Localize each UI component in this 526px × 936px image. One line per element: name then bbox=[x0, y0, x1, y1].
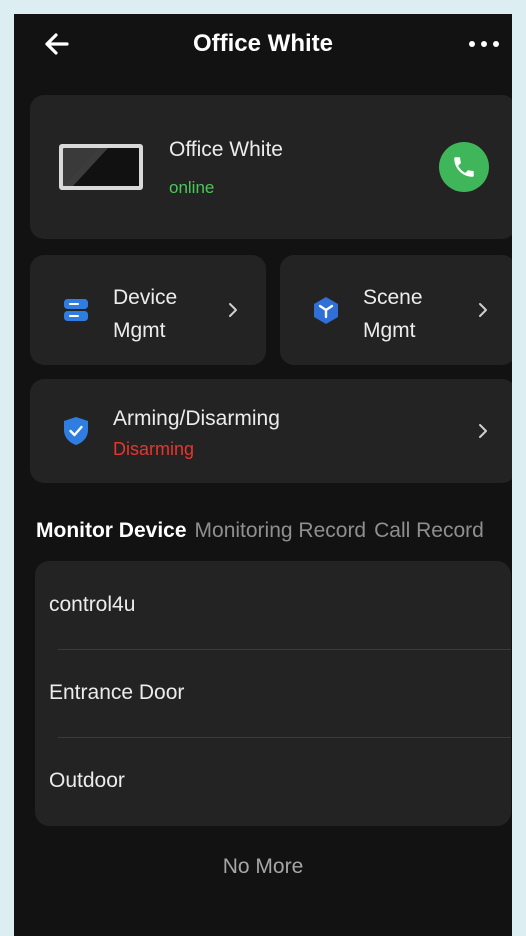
scene-mgmt-label: Scene Mgmt bbox=[363, 281, 423, 347]
scene-mgmt-card[interactable]: Scene Mgmt bbox=[280, 255, 512, 365]
more-dots-icon bbox=[469, 41, 499, 47]
device-name: Office White bbox=[169, 138, 283, 161]
chevron-right-icon bbox=[479, 424, 487, 438]
list-item-label: control4u bbox=[49, 593, 136, 616]
scene-mgmt-label-line1: Scene bbox=[363, 286, 423, 309]
device-status: online bbox=[169, 178, 215, 197]
list-item[interactable]: control4u bbox=[35, 561, 511, 649]
top-bar: Office White bbox=[14, 14, 512, 74]
device-mgmt-label-line1: Device bbox=[113, 286, 178, 309]
list-item[interactable]: Outdoor bbox=[35, 737, 511, 825]
record-tabs: Monitor Device Monitoring Record Call Reco… bbox=[36, 517, 492, 545]
door-panel-image bbox=[59, 144, 143, 190]
scene-mgmt-label-line2: Mgmt bbox=[363, 319, 416, 342]
page-title: Office White bbox=[192, 30, 333, 57]
tab-monitor-device[interactable]: Monitor Device bbox=[36, 517, 187, 545]
arming-status: Disarming bbox=[113, 439, 195, 459]
arming-card[interactable]: Arming/Disarming Disarming bbox=[30, 379, 512, 483]
shield-check-icon bbox=[64, 417, 88, 445]
chevron-right-icon bbox=[479, 303, 487, 317]
scene-cube-icon bbox=[314, 297, 338, 324]
list-item-label: Entrance Door bbox=[49, 681, 185, 704]
tab-monitoring-record[interactable]: Monitoring Record bbox=[195, 517, 367, 545]
device-mgmt-label: Device Mgmt bbox=[113, 281, 177, 347]
monitor-device-list: control4u Entrance Door Outdoor bbox=[35, 561, 511, 826]
storage-icon bbox=[64, 299, 88, 321]
arming-title: Arming/Disarming bbox=[113, 407, 280, 430]
phone-icon bbox=[454, 157, 474, 177]
list-item-label: Outdoor bbox=[49, 769, 125, 792]
device-mgmt-label-line2: Mgmt bbox=[113, 319, 166, 342]
chevron-right-icon bbox=[229, 303, 237, 317]
device-mgmt-card[interactable]: Device Mgmt bbox=[30, 255, 266, 365]
call-button[interactable] bbox=[439, 142, 489, 192]
device-card[interactable]: Office White online bbox=[30, 95, 512, 239]
more-button[interactable] bbox=[466, 28, 502, 60]
app-screen: Office White Office White online Device … bbox=[14, 14, 512, 936]
tab-call-record[interactable]: Call Record bbox=[374, 517, 484, 545]
list-item[interactable]: Entrance Door bbox=[35, 649, 511, 737]
no-more-text: No More bbox=[222, 855, 304, 878]
